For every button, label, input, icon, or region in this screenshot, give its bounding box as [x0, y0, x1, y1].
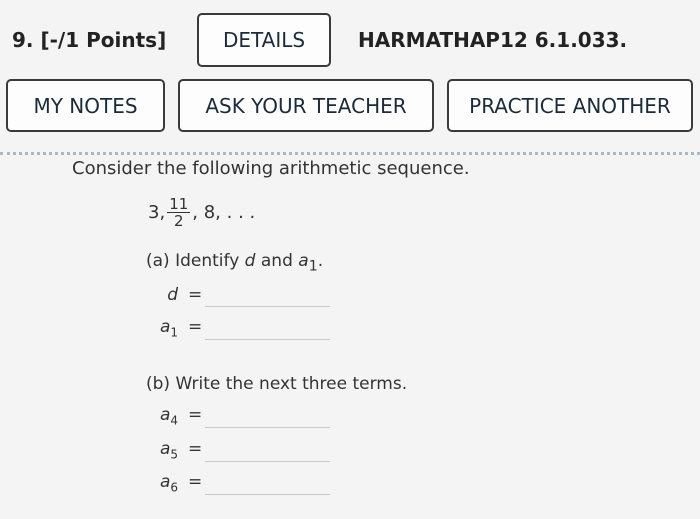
answer-label-d: d	[134, 285, 178, 305]
question-number: 9.	[12, 28, 34, 52]
equals-sign: =	[188, 439, 203, 459]
equals-sign: =	[188, 472, 203, 492]
equals-sign: =	[188, 317, 203, 337]
details-button[interactable]: DETAILS	[197, 13, 331, 67]
answer-var: d	[167, 285, 178, 305]
d-input[interactable]	[205, 283, 330, 307]
points-label: [-/1 Points]	[40, 28, 167, 52]
a4-input[interactable]	[205, 404, 330, 428]
part-a-a: a	[298, 251, 309, 271]
answer-sub: 5	[170, 447, 178, 462]
part-a-sub: 1	[308, 258, 318, 275]
fraction-denominator: 2	[173, 212, 184, 230]
question-header: 9. [-/1 Points]	[12, 28, 166, 52]
answer-var: a	[159, 439, 171, 459]
answer-label-a1: a1	[134, 317, 178, 339]
answer-label-a6: a6	[134, 472, 178, 494]
a6-input[interactable]	[205, 471, 330, 495]
a1-input[interactable]	[205, 316, 330, 340]
part-a-prefix: (a) Identify	[146, 251, 240, 271]
answer-sub: 4	[170, 413, 178, 428]
section-divider	[0, 152, 700, 155]
question-statement: Consider the following arithmetic sequen…	[72, 158, 470, 179]
part-a-d: d	[244, 251, 256, 271]
sequence-first-term: 3,	[148, 202, 166, 223]
part-a-prompt: (a) Identify d and a1.	[146, 251, 323, 274]
equals-sign: =	[188, 285, 203, 305]
answer-sub: 6	[170, 480, 178, 495]
a5-input[interactable]	[205, 438, 330, 462]
ask-your-teacher-button[interactable]: ASK YOUR TEACHER	[178, 79, 434, 132]
sequence: 3, 11 2 , 8, . . .	[148, 196, 255, 229]
answer-var: a	[159, 405, 171, 425]
practice-another-button[interactable]: PRACTICE ANOTHER	[447, 79, 693, 132]
answer-label-a4: a4	[134, 405, 178, 427]
answer-var: a	[159, 317, 171, 337]
fraction-numerator: 11	[167, 195, 191, 213]
sequence-rest: , 8, . . .	[192, 202, 256, 223]
equals-sign: =	[188, 405, 203, 425]
answer-label-a5: a5	[134, 439, 178, 461]
answer-var: a	[159, 472, 171, 492]
answer-sub: 1	[170, 325, 178, 340]
part-b-prompt: (b) Write the next three terms.	[146, 374, 408, 394]
my-notes-button[interactable]: MY NOTES	[6, 79, 165, 132]
assignment-code: HARMATHAP12 6.1.033.	[358, 28, 628, 52]
sequence-fraction: 11 2	[167, 195, 191, 230]
part-a-suffix: .	[317, 251, 324, 271]
part-a-and: and	[260, 251, 293, 271]
